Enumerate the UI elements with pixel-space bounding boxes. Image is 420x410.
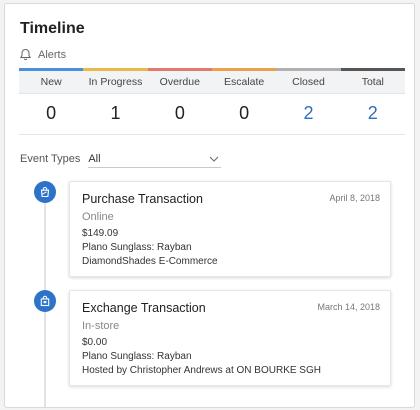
event-amount: $0.00 <box>82 337 108 348</box>
alerts-toggle[interactable]: Alerts <box>19 48 66 61</box>
stat-value-link[interactable]: 2 <box>276 94 340 134</box>
event-type-select[interactable]: All <box>88 150 222 168</box>
page-title: Timeline <box>20 20 85 37</box>
event-card[interactable]: Exchange Transaction March 14, 2018 In-s… <box>69 290 391 386</box>
event-type-filter: Event Types All <box>20 150 222 168</box>
stat-escalate[interactable]: Escalate 0 <box>211 68 277 134</box>
event-amount: $149.09 <box>82 228 119 239</box>
event-channel: Online <box>82 211 114 223</box>
stat-overdue[interactable]: Overdue 0 <box>147 68 212 134</box>
event-date: April 8, 2018 <box>329 193 380 203</box>
stat-label: In Progress <box>83 71 148 94</box>
event-store: DiamondShades E-Commerce <box>82 256 218 267</box>
store-bag-icon <box>34 290 56 312</box>
timeline-card: Timeline Alerts New 0 In Progress 1 Over… <box>4 3 415 408</box>
event-date: March 14, 2018 <box>317 302 380 312</box>
status-summary: New 0 In Progress 1 Overdue 0 Escalate 0… <box>19 68 405 134</box>
stat-label: Escalate <box>211 71 277 94</box>
stat-label: New <box>19 71 84 94</box>
bell-icon <box>19 48 32 61</box>
stat-value: 0 <box>239 103 250 123</box>
event-store: Hosted by Christopher Andrews at ON BOUR… <box>82 365 321 376</box>
event-channel: In-store <box>82 320 120 332</box>
stat-value: 1 <box>110 103 121 123</box>
stat-total[interactable]: Total 2 <box>340 68 405 134</box>
stat-label: Overdue <box>147 71 212 94</box>
event-product: Plano Sunglass: Rayban <box>82 242 192 253</box>
stat-label: Total <box>340 71 405 94</box>
shopping-bag-icon <box>34 181 56 203</box>
stat-new[interactable]: New 0 <box>19 68 84 134</box>
alerts-label: Alerts <box>38 48 67 61</box>
filter-label: Event Types <box>20 153 81 165</box>
divider <box>19 134 405 135</box>
select-value: All <box>88 152 101 165</box>
stat-closed[interactable]: Closed 2 <box>276 68 341 134</box>
stat-label: Closed <box>276 71 341 94</box>
chevron-down-icon <box>209 156 219 162</box>
event-product: Plano Sunglass: Rayban <box>82 351 192 362</box>
stat-value: 0 <box>174 103 185 123</box>
stat-value: 0 <box>46 103 57 123</box>
stat-in-progress[interactable]: In Progress 1 <box>83 68 148 134</box>
event-card[interactable]: Purchase Transaction April 8, 2018 Onlin… <box>69 181 391 277</box>
stat-value-link[interactable]: 2 <box>341 94 405 134</box>
